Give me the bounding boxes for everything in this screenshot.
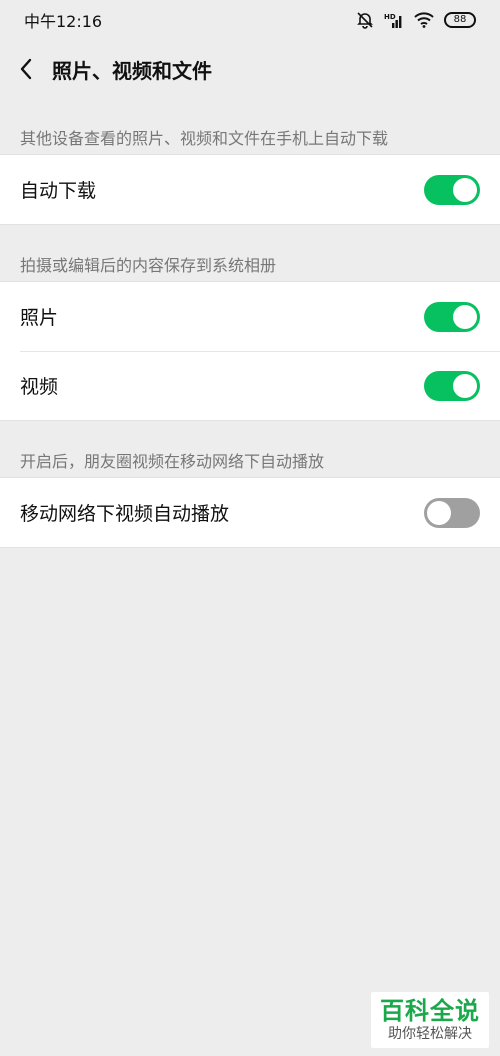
title-bar: 照片、视频和文件 [0, 40, 500, 98]
auto-download-toggle[interactable] [424, 174, 480, 205]
hd-signal-icon: HD [384, 11, 404, 29]
back-button[interactable] [0, 40, 52, 98]
toggle-knob [453, 304, 477, 329]
status-time: 中午12:16 [24, 12, 103, 31]
watermark-sub: 助你轻松解决 [388, 1026, 472, 1042]
toggle-knob [427, 500, 451, 525]
setting-label: 视频 [20, 376, 59, 398]
save-videos-toggle[interactable] [424, 370, 480, 401]
status-bar: 中午12:16 HD 88 [0, 0, 500, 40]
setting-row-auto-download[interactable]: 自动下载 [0, 155, 500, 224]
chevron-left-icon [19, 58, 33, 80]
mobile-autoplay-toggle[interactable] [424, 497, 480, 528]
watermark-logo: 百科全说 助你轻松解决 [371, 992, 489, 1048]
settings-group-autoplay: 移动网络下视频自动播放 [0, 477, 500, 548]
wifi-icon [414, 12, 434, 28]
save-photos-toggle[interactable] [424, 301, 480, 332]
setting-label: 照片 [20, 307, 59, 329]
watermark-main: 百科全说 [380, 997, 480, 1025]
setting-row-photos[interactable]: 照片 [0, 282, 500, 351]
setting-row-mobile-autoplay[interactable]: 移动网络下视频自动播放 [0, 478, 500, 547]
page-title: 照片、视频和文件 [52, 58, 212, 83]
status-icons: HD 88 [356, 11, 476, 29]
battery-icon: 88 [444, 12, 476, 28]
setting-row-videos[interactable]: 视频 [0, 351, 500, 420]
setting-label: 自动下载 [20, 180, 97, 202]
alarm-off-icon [356, 11, 374, 29]
section-label-save: 拍摄或编辑后的内容保存到系统相册 [20, 256, 277, 275]
section-label-autoplay: 开启后，朋友圈视频在移动网络下自动播放 [20, 452, 325, 471]
battery-level: 88 [453, 14, 467, 25]
hd-label: HD [384, 13, 396, 21]
toggle-knob [453, 373, 477, 398]
setting-label: 移动网络下视频自动播放 [20, 503, 230, 525]
toggle-knob [453, 177, 477, 202]
settings-group-save: 照片 视频 [0, 281, 500, 421]
settings-group-download: 自动下载 [0, 154, 500, 225]
section-label-download: 其他设备查看的照片、视频和文件在手机上自动下载 [20, 129, 389, 148]
